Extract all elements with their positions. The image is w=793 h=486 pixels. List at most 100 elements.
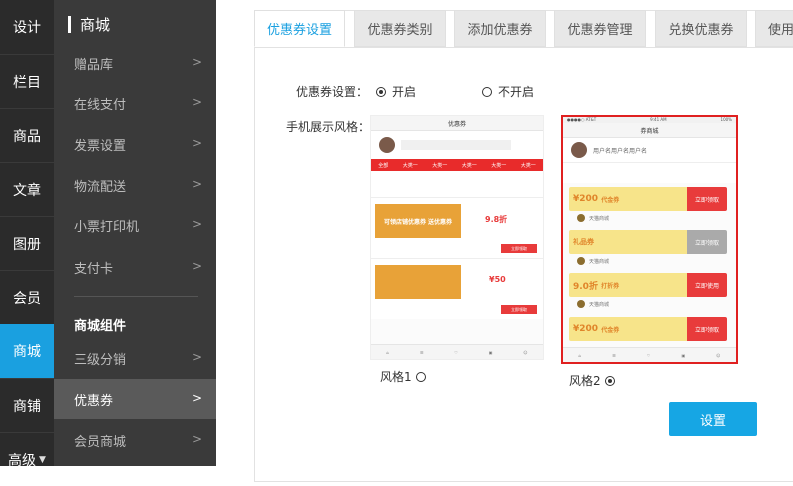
preview-category-grid	[371, 171, 543, 197]
user-info-placeholder	[401, 140, 511, 150]
submenu-item-member-mall[interactable]: 会员商城 >	[54, 420, 216, 460]
preview-tab: 大类一	[461, 162, 477, 169]
chevron-right-icon: >	[191, 177, 202, 191]
save-settings-button[interactable]: 设置	[669, 402, 757, 436]
shop-avatar-icon	[577, 214, 585, 222]
preview-tab: 大类一	[432, 162, 448, 169]
submenu-item-receipt-printer[interactable]: 小票打印机 >	[54, 205, 216, 245]
rail-item-design[interactable]: 设计	[0, 0, 54, 54]
tab-coupon-settings[interactable]: 优惠券设置	[254, 10, 345, 47]
get-coupon-button: 立即领取	[501, 305, 537, 314]
chevron-right-icon: >	[191, 350, 202, 364]
tab-label: 使用	[768, 23, 793, 38]
rail-item-mall[interactable]: 商城	[0, 324, 54, 378]
tab-label: 优惠券设置	[266, 23, 332, 38]
banner-image: 可领店铺优惠券 送优惠券	[375, 204, 461, 238]
coupon-action: 立即领取	[687, 187, 727, 211]
style1-label: 风格1	[380, 370, 412, 384]
shop-name: 天猫商城	[589, 258, 610, 265]
submenu-item-invoice-settings[interactable]: 发票设置 >	[54, 124, 216, 164]
preview-coupon-card: ¥200 代金券 立即领取	[569, 317, 727, 341]
coupon-value: ¥200	[573, 324, 599, 334]
submenu-item-label: 小票打印机	[74, 219, 140, 235]
submenu-item-label: 会员商城	[74, 434, 127, 450]
submenu-item-gift-library[interactable]: 赠品库 >	[54, 43, 216, 83]
tab-usage[interactable]: 使用	[755, 10, 793, 47]
tab-underline	[254, 47, 793, 48]
preview-header: 优惠券	[371, 116, 543, 131]
style2-radio[interactable]: 风格2	[569, 372, 615, 389]
submenu-divider	[74, 296, 198, 297]
rail-item-label: 图册	[13, 236, 41, 253]
mobile-style-label: 手机展示风格：	[286, 120, 371, 134]
coupon-action: 立即使用	[687, 273, 727, 297]
rail-item-label: 商城	[13, 344, 41, 360]
tab-redeem-coupon[interactable]: 兑换优惠券	[655, 10, 747, 47]
radio-unchecked-icon	[415, 371, 426, 382]
submenu-item-coupon[interactable]: 优惠券 >	[54, 379, 216, 419]
tab-coupon-management[interactable]: 优惠券管理	[554, 10, 646, 47]
submenu-item-label: 优惠券	[74, 393, 114, 409]
preview-user-row: 用户名用户名用户名	[563, 138, 736, 162]
chevron-right-icon: >	[191, 55, 202, 69]
rail-item-product[interactable]: 商品	[0, 108, 54, 162]
caret-down-icon: ▼	[39, 454, 46, 465]
rail-item-label: 商品	[13, 128, 41, 145]
rail-item-label: 设计	[13, 20, 41, 36]
radio-checked-icon	[604, 375, 615, 386]
preview-tab: 大类一	[491, 162, 507, 169]
style2-preview[interactable]: ●●●●○ AT&T 9:41 AM 100% 券商城 用户名用户名用户名 ¥200…	[561, 115, 738, 364]
rail-item-label: 商铺	[13, 398, 41, 415]
rail-item-advanced[interactable]: 高级 ▼	[0, 432, 54, 486]
rail-item-label: 文章	[13, 182, 41, 199]
submenu-item-payment-card[interactable]: 支付卡 >	[54, 247, 216, 287]
rail-item-article[interactable]: 文章	[0, 162, 54, 216]
tab-label: 添加优惠券	[467, 23, 533, 38]
rail-item-column[interactable]: 栏目	[0, 54, 54, 108]
tab-add-coupon[interactable]: 添加优惠券	[454, 10, 546, 47]
coupon-setting-label: 优惠券设置：	[296, 85, 369, 99]
submenu-group-title: 商城组件	[74, 319, 127, 334]
coupon-value: ¥200	[573, 194, 599, 204]
coupon-action: 立即领取	[687, 230, 727, 254]
tab-coupon-category[interactable]: 优惠券类别	[354, 10, 446, 47]
rail-item-label: 高级	[8, 452, 37, 469]
style1-preview[interactable]: 优惠券 全部 大类一 大类一 大类一 大类一 大类一 可领店铺优惠券 送优惠券 …	[370, 115, 544, 360]
title-bar-icon	[68, 16, 71, 33]
submenu-title: 商城	[68, 14, 110, 35]
chevron-right-icon: >	[191, 391, 202, 405]
radio-enable[interactable]: 开启	[376, 83, 416, 100]
radio-disable[interactable]: 不开启	[482, 83, 534, 100]
style2-label: 风格2	[569, 374, 601, 388]
coupon-value: 礼品券	[573, 238, 594, 246]
shop-avatar-icon	[577, 257, 585, 265]
style1-radio[interactable]: 风格1	[380, 368, 426, 385]
shop-name: 天猫商城	[589, 301, 610, 308]
preview-header-title: 券商城	[640, 127, 659, 135]
chevron-right-icon: >	[191, 217, 202, 231]
rail-item-label: 会员	[13, 290, 41, 307]
submenu-item-label: 赠品库	[74, 57, 114, 73]
submenu-title-text: 商城	[80, 16, 111, 34]
rail-item-member[interactable]: 会员	[0, 270, 54, 324]
preview-coupon-block: ¥50 立即领取	[371, 258, 543, 319]
rail-item-shop[interactable]: 商铺	[0, 378, 54, 432]
chevron-right-icon: >	[191, 432, 202, 446]
preview-tab: 大类一	[520, 162, 536, 169]
rail-item-album[interactable]: 图册	[0, 216, 54, 270]
submenu-item-logistics[interactable]: 物流配送 >	[54, 165, 216, 205]
chevron-right-icon: >	[191, 136, 202, 150]
submenu-item-online-payment[interactable]: 在线支付 >	[54, 83, 216, 123]
preview-tab: 全部	[378, 162, 389, 169]
preview-header-title: 优惠券	[447, 120, 466, 128]
radio-checked-icon	[376, 86, 386, 97]
preview-coupon-card: 9.0折 打折券 立即使用	[569, 273, 727, 297]
coupon-name: 代金券	[601, 196, 620, 204]
preview-footer: ⌂ ☰ ♡ ▣ ☺	[563, 347, 736, 362]
preview-user-row	[371, 131, 543, 159]
preview-tabs: 全部 大类一 大类一 大类一 大类一 大类一	[371, 159, 543, 171]
amount-value: ¥50	[489, 275, 506, 284]
tab-label: 兑换优惠券	[668, 23, 734, 38]
preview-username: 用户名用户名用户名	[593, 147, 648, 155]
submenu-item-distribution[interactable]: 三级分销 >	[54, 338, 216, 378]
